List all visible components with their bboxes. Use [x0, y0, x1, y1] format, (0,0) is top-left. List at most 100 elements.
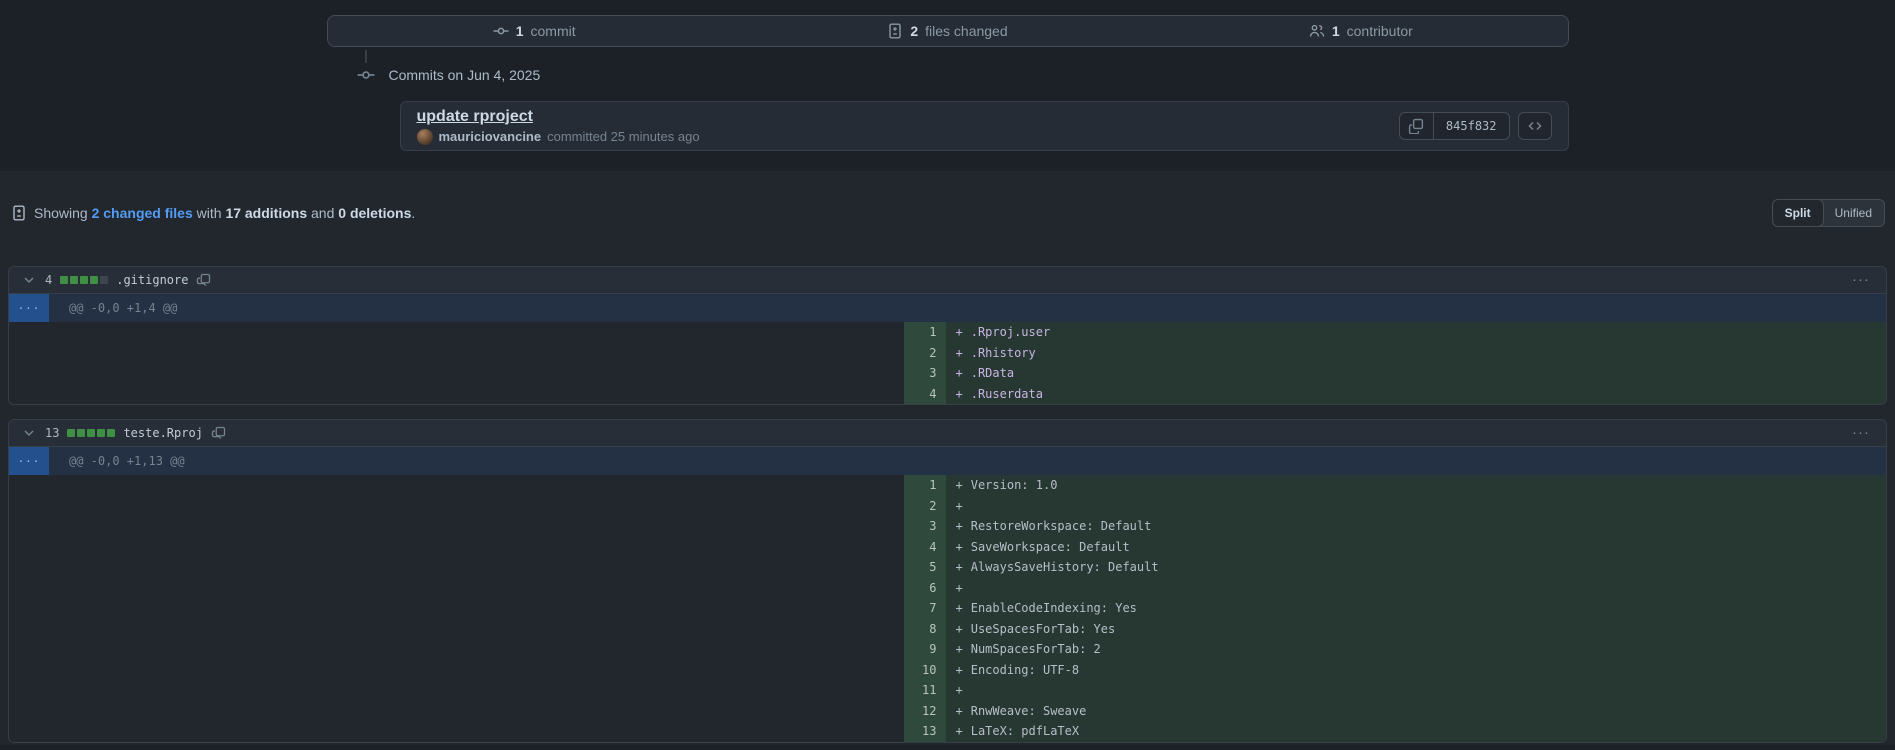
diff-line-content: +.Ruserdata: [946, 384, 1887, 405]
commit-date-group: Commits on Jun 4, 2025: [327, 64, 1569, 86]
diff-row: 7+EnableCodeIndexing: Yes: [9, 598, 1886, 619]
stat-files-changed[interactable]: 2 files changed: [741, 16, 1154, 46]
diff-line-number[interactable]: 5: [904, 557, 946, 578]
file-name[interactable]: teste.Rproj: [123, 426, 202, 440]
diff-line-number[interactable]: 1: [904, 475, 946, 496]
hunk-header-row: ··· @@ -0,0 +1,4 @@: [9, 294, 1886, 322]
diffstat-blocks: [60, 276, 108, 284]
diff-line-number[interactable]: 13: [904, 721, 946, 742]
deletions-count: 0 deletions: [338, 205, 411, 221]
diffstat-block-neutral: [100, 276, 108, 284]
diff-row: 3+RestoreWorkspace: Default: [9, 516, 1886, 537]
diff-line-content: +UseSpacesForTab: Yes: [946, 619, 1887, 640]
diff-row: 9+NumSpacesForTab: 2: [9, 639, 1886, 660]
copy-filename-icon[interactable]: [211, 426, 226, 441]
diffstat-block-added: [67, 429, 75, 437]
diff-line-number[interactable]: 2: [904, 343, 946, 364]
diff-line-content: +NumSpacesForTab: 2: [946, 639, 1887, 660]
diff-line-number[interactable]: 2: [904, 496, 946, 517]
diff-line-content: +: [946, 578, 1887, 599]
commit-actions: 845f832: [1399, 112, 1552, 140]
diff-row: 1+Version: 1.0: [9, 475, 1886, 496]
diff-left-empty: [9, 363, 904, 384]
diff-line-content: +EnableCodeIndexing: Yes: [946, 598, 1887, 619]
diff-line-number[interactable]: 3: [904, 516, 946, 537]
chevron-down-icon[interactable]: [21, 425, 37, 441]
diff-line-number[interactable]: 9: [904, 639, 946, 660]
diff-summary-text: Showing 2 changed files with 17 addition…: [34, 205, 415, 221]
commit-author-link[interactable]: mauriciovancine: [439, 129, 542, 144]
file-diff-icon: [11, 205, 27, 221]
stat-commits[interactable]: 1 commit: [328, 16, 741, 46]
diff-line-number[interactable]: 4: [904, 384, 946, 405]
copy-filename-icon[interactable]: [196, 273, 211, 288]
diff-left-empty: [9, 598, 904, 619]
diff-line-number[interactable]: 7: [904, 598, 946, 619]
hunk-header-text: @@ -0,0 +1,4 @@: [49, 294, 1886, 322]
commit-sha-button[interactable]: 845f832: [1434, 113, 1509, 139]
diff-row: 2+.Rhistory: [9, 343, 1886, 364]
file-diff-icon: [887, 23, 903, 39]
commits-date-heading: Commits on Jun 4, 2025: [389, 67, 541, 83]
files-changed-label: files changed: [925, 23, 1008, 39]
diff-body: 1+.Rproj.user2+.Rhistory3+.RData4+.Ruser…: [9, 322, 1886, 404]
diff-left-empty: [9, 322, 904, 343]
diff-left-empty: [9, 516, 904, 537]
diff-line-content: +: [946, 680, 1887, 701]
commit-title-link[interactable]: update rproject: [417, 108, 700, 126]
diff-line-content: +.Rproj.user: [946, 322, 1887, 343]
diff-line-number[interactable]: 4: [904, 537, 946, 558]
diffstat-block-added: [107, 429, 115, 437]
diffstat-block-added: [87, 429, 95, 437]
contributor-label: contributor: [1347, 23, 1413, 39]
unified-view-button[interactable]: Unified: [1823, 200, 1884, 226]
people-icon: [1309, 23, 1325, 39]
commit-sha-group: 845f832: [1399, 112, 1510, 140]
changed-files-link[interactable]: 2 changed files: [92, 205, 193, 221]
diffstat-block-added: [60, 276, 68, 284]
stat-contributors[interactable]: 1 contributor: [1154, 16, 1567, 46]
commit-card: update rproject mauriciovancine committe…: [400, 101, 1569, 151]
diffstat-block-added: [70, 276, 78, 284]
diff-line-content: +: [946, 496, 1887, 517]
commits-overview-section: 1 commit 2 files changed 1 contributor: [0, 0, 1895, 171]
diffstat-block-added: [80, 276, 88, 284]
diff-line-number[interactable]: 3: [904, 363, 946, 384]
diff-line-number[interactable]: 10: [904, 660, 946, 681]
chevron-down-icon[interactable]: [21, 272, 37, 288]
diff-line-content: +.Rhistory: [946, 343, 1887, 364]
commit-count: 1: [516, 23, 524, 39]
diff-row: 10+Encoding: UTF-8: [9, 660, 1886, 681]
compare-stats-bar: 1 commit 2 files changed 1 contributor: [327, 15, 1569, 47]
diff-left-empty: [9, 721, 904, 742]
browse-code-button[interactable]: [1518, 112, 1552, 140]
file-header: 13 teste.Rproj ···: [9, 420, 1886, 447]
commit-count-label: commit: [531, 23, 576, 39]
commit-timestamp: committed 25 minutes ago: [547, 129, 699, 144]
diffstat-block-added: [90, 276, 98, 284]
diff-line-number[interactable]: 8: [904, 619, 946, 640]
commit-card-main: update rproject mauriciovancine committe…: [417, 108, 700, 145]
contributor-count: 1: [1332, 23, 1340, 39]
diff-left-empty: [9, 384, 904, 405]
expand-diff-button[interactable]: ···: [9, 447, 49, 475]
author-avatar[interactable]: [417, 129, 433, 145]
diff-line-number[interactable]: 6: [904, 578, 946, 599]
git-commit-icon: [493, 23, 509, 39]
diff-row: 13+LaTeX: pdfLaTeX: [9, 721, 1886, 742]
file-name[interactable]: .gitignore: [116, 273, 188, 287]
timeline-commit-icon: [357, 66, 375, 84]
diff-line-number[interactable]: 11: [904, 680, 946, 701]
copy-sha-button[interactable]: [1400, 113, 1434, 139]
expand-diff-button[interactable]: ···: [9, 294, 49, 322]
diff-line-number[interactable]: 12: [904, 701, 946, 722]
diff-row: 11+: [9, 680, 1886, 701]
diff-row: 4+SaveWorkspace: Default: [9, 537, 1886, 558]
kebab-menu-icon[interactable]: ···: [1848, 275, 1874, 285]
diff-row: 2+: [9, 496, 1886, 517]
diff-left-empty: [9, 701, 904, 722]
diff-line-number[interactable]: 1: [904, 322, 946, 343]
file-diff-card: 13 teste.Rproj ··· ··· @@ -0,0 +1,13 @@ …: [8, 419, 1887, 743]
kebab-menu-icon[interactable]: ···: [1848, 428, 1874, 438]
split-view-button[interactable]: Split: [1772, 199, 1824, 227]
